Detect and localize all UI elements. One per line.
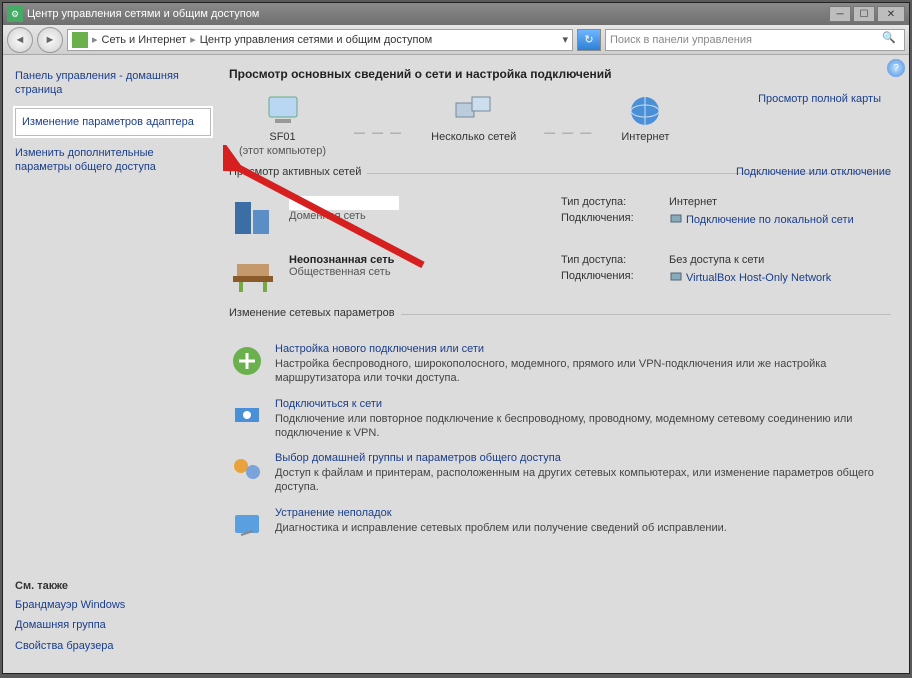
crumb-sep: ▸ — [190, 33, 196, 46]
kv-key: Подключения: — [561, 212, 661, 226]
crumb-sep: ▸ — [92, 33, 98, 46]
navbar: ◄ ► ▸ Сеть и Интернет ▸ Центр управления… — [3, 25, 909, 55]
sidebar-adapter-settings[interactable]: Изменение параметров адаптера — [15, 108, 211, 136]
sidebar-home-link[interactable]: Панель управления - домашняя страница — [15, 69, 211, 98]
node-multi-label: Несколько сетей — [431, 131, 516, 143]
task-troubleshoot[interactable]: Устранение неполадок Диагностика и исправ… — [229, 501, 891, 549]
back-button[interactable]: ◄ — [7, 27, 33, 53]
search-field[interactable]: Поиск в панели управления 🔍 — [605, 29, 905, 51]
network-name — [289, 196, 549, 210]
kv-val: Интернет — [669, 196, 717, 208]
network-row-domain: Доменная сеть Тип доступа: Интернет Подкл… — [229, 192, 891, 250]
window-title: Центр управления сетями и общим доступом — [27, 8, 829, 20]
vbox-connection-link[interactable]: VirtualBox Host-Only Network — [686, 272, 831, 284]
search-placeholder: Поиск в панели управления — [610, 34, 752, 46]
network-name: Неопознанная сеть — [289, 254, 549, 266]
connect-icon — [229, 398, 265, 434]
domain-network-icon — [229, 196, 277, 240]
kv-key: Тип доступа: — [561, 196, 661, 208]
task-title[interactable]: Подключиться к сети — [275, 398, 891, 410]
task-title[interactable]: Устранение неполадок — [275, 507, 727, 519]
app-icon: ⚙ — [7, 6, 23, 22]
task-desc: Настройка беспроводного, широкополосного… — [275, 357, 891, 386]
maximize-button[interactable]: ☐ — [853, 6, 875, 22]
control-panel-icon — [72, 32, 88, 48]
see-also-homegroup[interactable]: Домашняя группа — [15, 618, 211, 632]
task-homegroup[interactable]: Выбор домашней группы и параметров общег… — [229, 446, 891, 501]
view-full-map-link[interactable]: Просмотр полной карты — [758, 93, 881, 105]
crumb-current[interactable]: Центр управления сетями и общим доступом — [200, 34, 432, 46]
redacted-name — [289, 196, 399, 210]
globe-icon — [625, 93, 665, 129]
map-connector: — — — — [544, 127, 593, 139]
task-title[interactable]: Выбор домашней группы и параметров общег… — [275, 452, 891, 464]
node-internet[interactable]: Интернет — [621, 93, 669, 143]
task-connect[interactable]: Подключиться к сети Подключение или повто… — [229, 392, 891, 447]
lan-connection-link[interactable]: Подключение по локальной сети — [686, 214, 854, 226]
see-also-browser[interactable]: Свойства браузера — [15, 639, 211, 653]
section-title-change: Изменение сетевых параметров — [229, 307, 401, 319]
node-pc-label: SF01 — [269, 131, 295, 143]
node-pc-sublabel: (этот компьютер) — [239, 145, 326, 157]
sidebar: Панель управления - домашняя страница Из… — [3, 55, 223, 673]
titlebar: ⚙ Центр управления сетями и общим доступ… — [3, 3, 909, 25]
address-bar[interactable]: ▸ Сеть и Интернет ▸ Центр управления сет… — [67, 29, 573, 51]
main-panel: ? Просмотр основных сведений о сети и на… — [223, 55, 909, 673]
node-this-pc[interactable]: SF01 (этот компьютер) — [239, 93, 326, 157]
forward-button[interactable]: ► — [37, 27, 63, 53]
homegroup-icon — [229, 452, 265, 488]
public-network-icon — [229, 254, 277, 298]
help-icon[interactable]: ? — [887, 59, 905, 77]
see-also: См. также Брандмауэр Windows Домашняя гр… — [15, 580, 211, 659]
kv-key: Подключения: — [561, 270, 661, 284]
task-desc: Диагностика и исправление сетевых пробле… — [275, 521, 727, 535]
minimize-button[interactable]: ─ — [829, 6, 851, 22]
window: ⚙ Центр управления сетями и общим доступ… — [2, 2, 910, 674]
connect-disconnect-link[interactable]: Подключение или отключение — [736, 166, 891, 178]
sidebar-advanced-sharing[interactable]: Изменить дополнительные параметры общего… — [15, 146, 211, 175]
network-type: Общественная сеть — [289, 266, 549, 278]
refresh-button[interactable]: ↻ — [577, 29, 601, 51]
kv-key: Тип доступа: — [561, 254, 661, 266]
lan-icon — [669, 212, 683, 226]
multi-net-icon — [454, 93, 494, 129]
page-heading: Просмотр основных сведений о сети и наст… — [229, 67, 891, 81]
map-connector: — — — — [354, 127, 403, 139]
network-map: SF01 (этот компьютер) — — — Несколько се… — [229, 89, 891, 167]
adapter-icon — [669, 270, 683, 284]
troubleshoot-icon — [229, 507, 265, 543]
pc-icon — [263, 93, 303, 129]
section-active-networks: Просмотр активных сетей Подключение или … — [229, 173, 891, 308]
new-connection-icon — [229, 343, 265, 379]
kv-val: Без доступа к сети — [669, 254, 764, 266]
search-icon[interactable]: 🔍 — [882, 31, 900, 49]
address-dropdown-icon[interactable]: ▾ — [562, 33, 568, 46]
crumb-network[interactable]: Сеть и Интернет — [102, 34, 187, 46]
see-also-firewall[interactable]: Брандмауэр Windows — [15, 598, 211, 612]
task-desc: Доступ к файлам и принтерам, расположенн… — [275, 466, 891, 495]
section-change-settings: Изменение сетевых параметров Настройка н… — [229, 314, 891, 549]
see-also-header: См. также — [15, 580, 211, 592]
task-new-connection[interactable]: Настройка нового подключения или сети Нас… — [229, 337, 891, 392]
task-title[interactable]: Настройка нового подключения или сети — [275, 343, 891, 355]
task-desc: Подключение или повторное подключение к … — [275, 412, 891, 441]
network-row-unknown: Неопознанная сеть Общественная сеть Тип … — [229, 250, 891, 308]
node-multiple-networks[interactable]: Несколько сетей — [431, 93, 516, 143]
section-title-active: Просмотр активных сетей — [229, 166, 367, 178]
node-internet-label: Интернет — [621, 131, 669, 143]
close-button[interactable]: ✕ — [877, 6, 905, 22]
network-type: Доменная сеть — [289, 210, 549, 222]
